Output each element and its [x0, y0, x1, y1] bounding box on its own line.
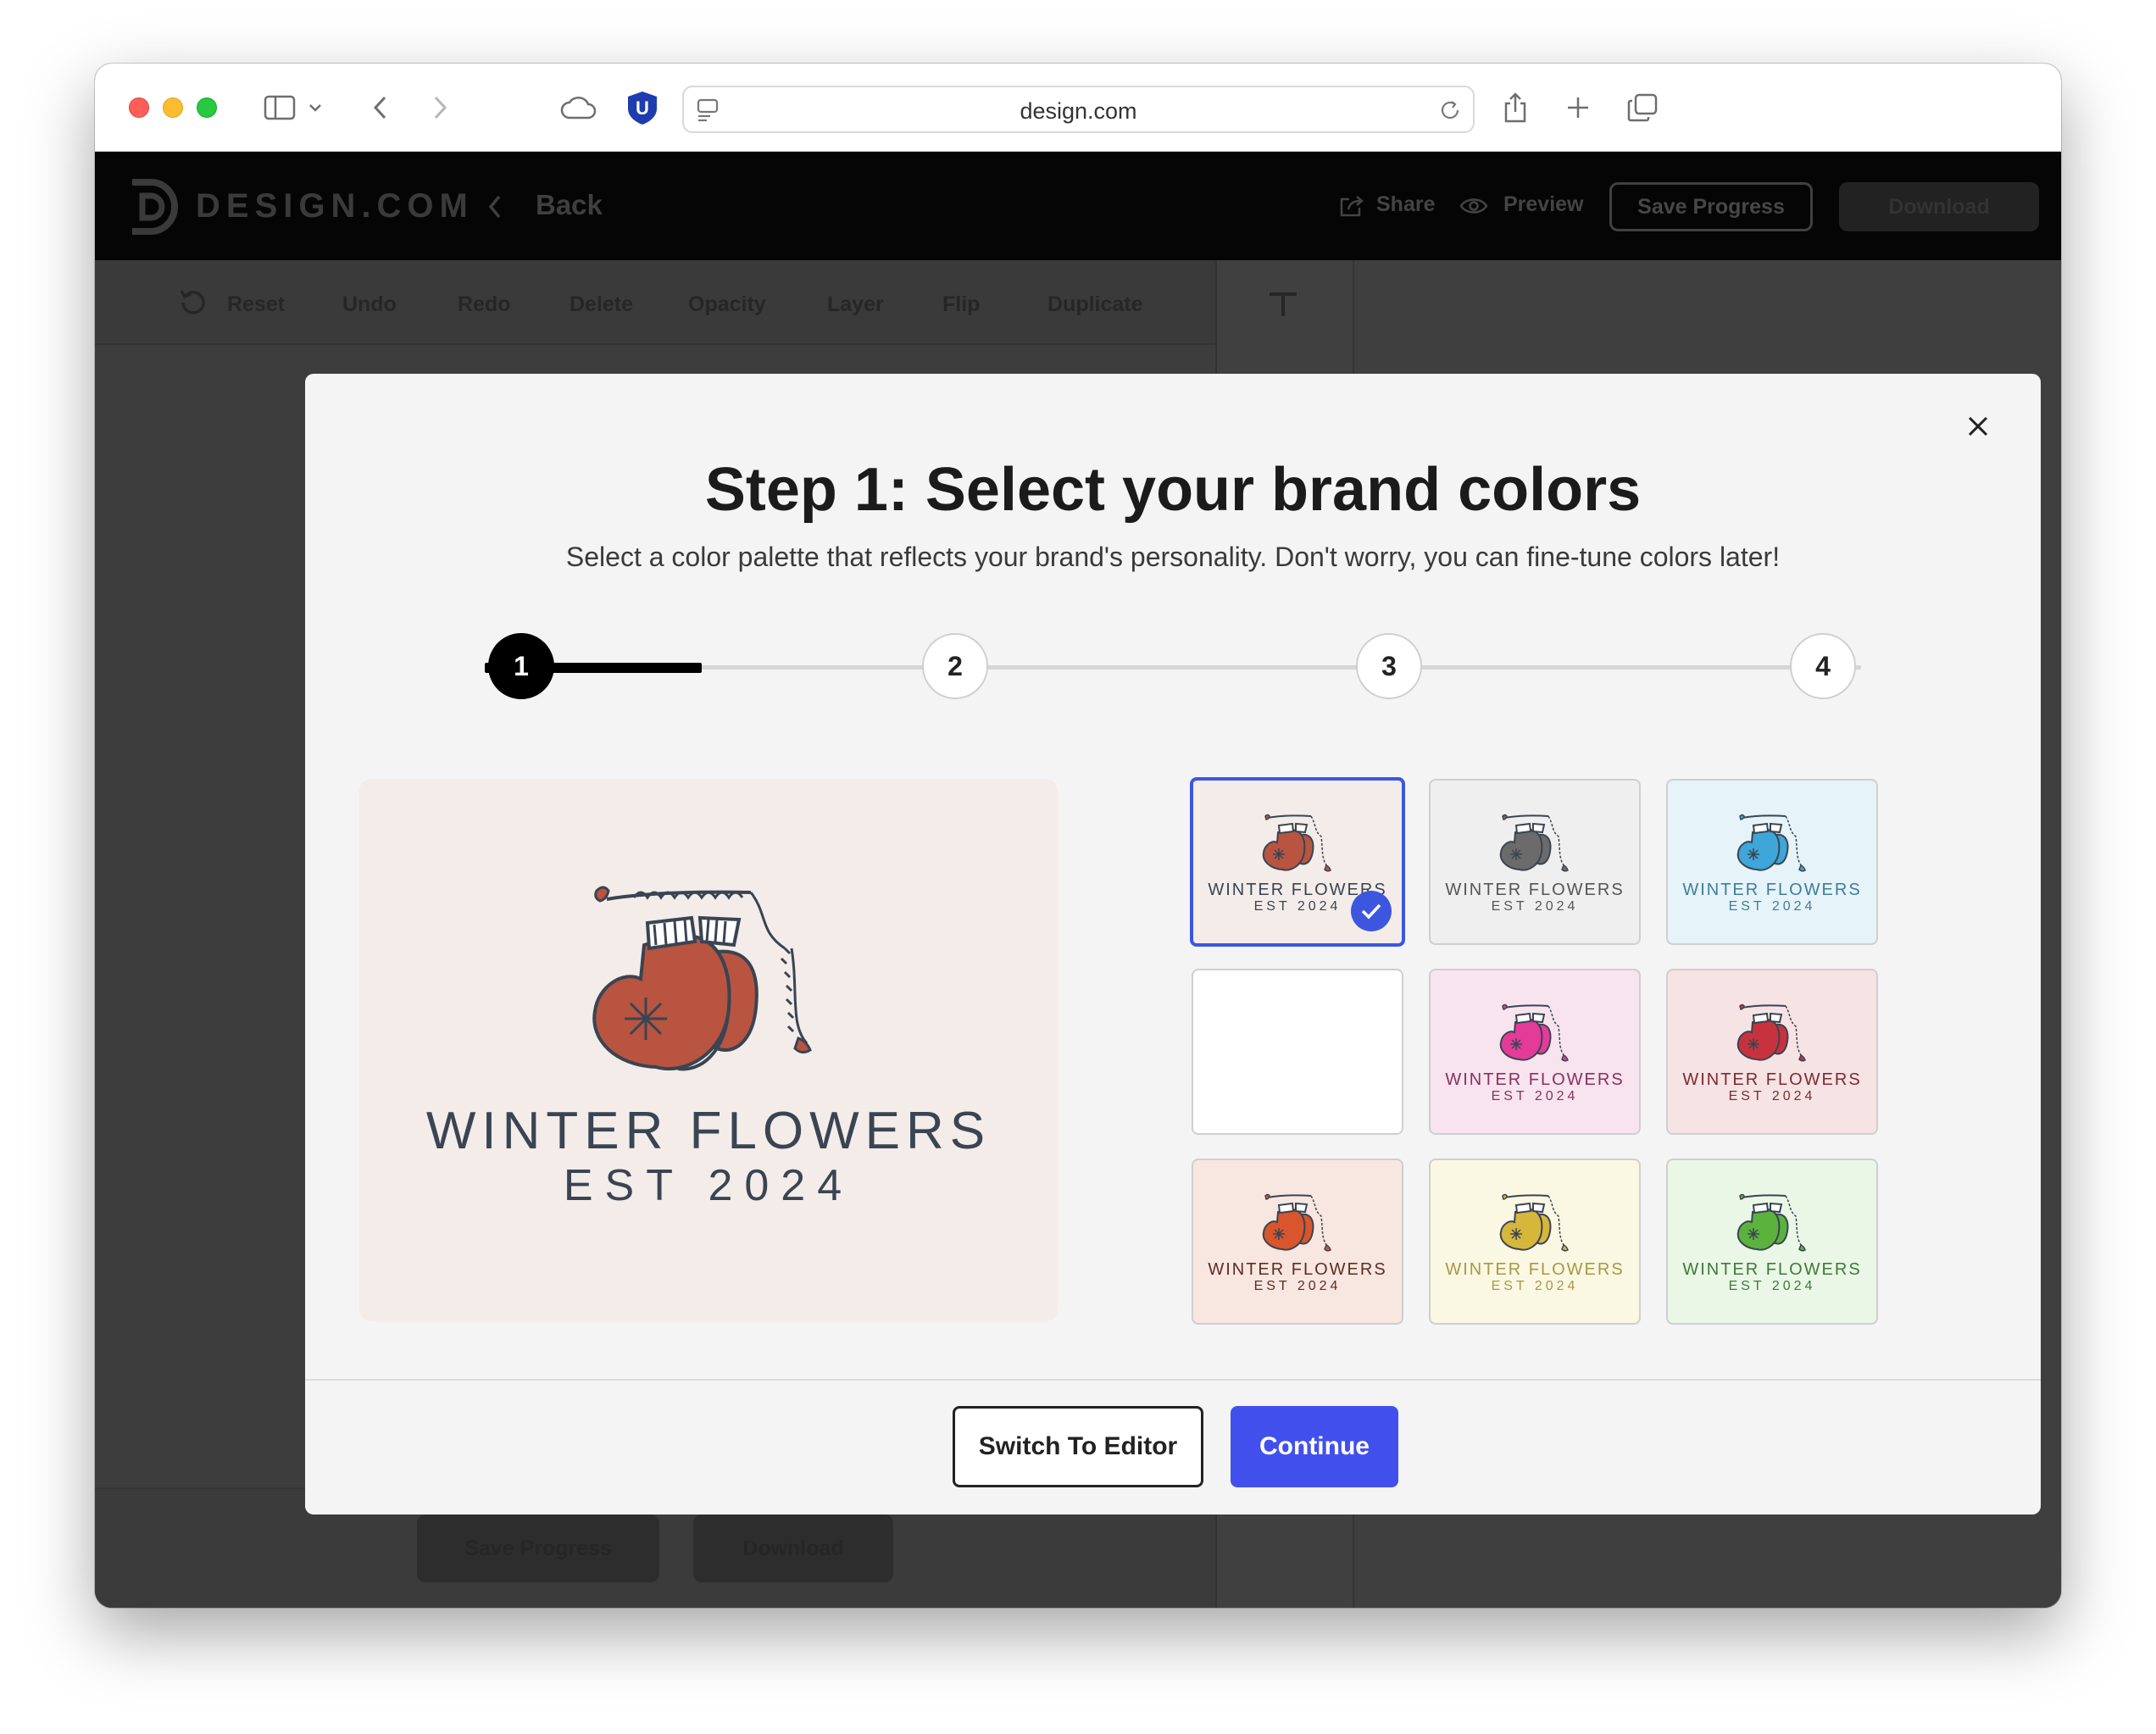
forward-nav-icon[interactable] — [425, 91, 454, 125]
switch-to-editor-button[interactable]: Switch To Editor — [953, 1406, 1203, 1487]
preview-title: WINTER FLOWERS — [425, 1102, 992, 1160]
modal-title: Step 1: Select your brand colors — [704, 456, 1642, 524]
brand-name[interactable]: DESIGN.COM — [196, 187, 474, 225]
palette-option[interactable]: WINTER FLOWERS EST 2024 — [1429, 779, 1641, 945]
close-icon[interactable] — [1961, 409, 1995, 443]
step-1: 1 — [488, 633, 554, 699]
share-icon[interactable] — [1500, 91, 1531, 125]
sidebar-toggle-icon[interactable] — [261, 91, 298, 125]
preview-subtitle: EST 2024 — [563, 1161, 854, 1210]
back-chevron-icon[interactable] — [486, 194, 503, 224]
minimize-window-button[interactable] — [163, 97, 183, 118]
palette-subtitle: EST 2024 — [1728, 899, 1816, 914]
reset-tool[interactable]: Reset — [227, 292, 285, 317]
browser-toolbar: U design.com — [95, 64, 2061, 152]
continue-button[interactable]: Continue — [1231, 1406, 1398, 1487]
reload-icon[interactable] — [1437, 97, 1463, 127]
footer-divider — [305, 1379, 2041, 1381]
svg-text:U: U — [636, 97, 649, 119]
palette-subtitle: EST 2024 — [1253, 1279, 1342, 1293]
modal-subtitle: Select a color palette that reflects you… — [565, 542, 1781, 572]
palette-subtitle: EST 2024 — [1491, 1279, 1579, 1293]
palette-option[interactable]: WINTER FLOWERS EST 2024 — [1190, 777, 1405, 947]
mittens-illustration — [592, 886, 812, 1071]
new-tab-icon[interactable] — [1563, 91, 1593, 125]
brand-logo-icon[interactable] — [125, 177, 180, 241]
brand-colors-modal: Step 1: Select your brand colors Select … — [305, 374, 2041, 1514]
opacity-tool[interactable]: Opacity — [688, 292, 766, 317]
url-text: design.com — [1020, 98, 1137, 124]
back-nav-icon[interactable] — [366, 91, 395, 125]
share-export-icon[interactable] — [1339, 194, 1364, 222]
palette-title: WINTER FLOWERS — [1682, 1070, 1862, 1089]
close-window-button[interactable] — [129, 97, 149, 118]
palette-option[interactable]: WINTER FLOWERS EST 2024 — [1666, 969, 1878, 1135]
browser-window: U design.com DESIGN.COM Back Share Previ… — [95, 64, 2061, 1608]
logo-preview: WINTER FLOWERS EST 2024 — [359, 779, 1058, 1321]
mitten-mark — [1499, 1193, 1569, 1252]
palette-title: WINTER FLOWERS — [1682, 1260, 1862, 1279]
chevron-down-icon[interactable] — [305, 91, 325, 125]
mitten-mark — [1262, 1193, 1331, 1252]
app-header: DESIGN.COM Back Share Preview Save Progr… — [95, 152, 2061, 260]
palette-option[interactable] — [1192, 969, 1403, 1135]
delete-tool[interactable]: Delete — [570, 292, 633, 317]
mitten-mark — [1736, 1003, 1806, 1062]
bottom-download-button[interactable]: Download — [693, 1514, 893, 1582]
palette-subtitle: EST 2024 — [1728, 1089, 1816, 1103]
tab-overview-icon[interactable] — [1625, 91, 1659, 125]
step-2: 2 — [922, 633, 988, 699]
palette-subtitle: EST 2024 — [1491, 899, 1579, 914]
bottom-save-progress-button[interactable]: Save Progress — [417, 1514, 659, 1582]
palette-subtitle: EST 2024 — [1728, 1279, 1816, 1293]
text-tool-icon[interactable] — [1268, 291, 1298, 320]
mitten-mark — [1262, 814, 1331, 872]
share-button[interactable]: Share — [1376, 192, 1435, 217]
preview-button[interactable]: Preview — [1503, 192, 1584, 217]
mitten-mark — [1499, 814, 1569, 872]
palette-title: WINTER FLOWERS — [1445, 1070, 1625, 1089]
duplicate-tool[interactable]: Duplicate — [1047, 292, 1143, 317]
palette-title: WINTER FLOWERS — [1445, 1260, 1625, 1279]
back-button[interactable]: Back — [536, 189, 603, 221]
address-bar[interactable]: design.com — [682, 86, 1475, 133]
header-save-progress-button[interactable]: Save Progress — [1609, 182, 1813, 231]
flip-tool[interactable]: Flip — [942, 292, 980, 317]
palette-option[interactable]: WINTER FLOWERS EST 2024 — [1429, 1159, 1641, 1325]
icloud-icon[interactable] — [558, 91, 600, 125]
zoom-window-button[interactable] — [197, 97, 217, 118]
palette-option[interactable]: WINTER FLOWERS EST 2024 — [1429, 969, 1641, 1135]
reset-icon[interactable] — [176, 286, 210, 324]
layer-tool[interactable]: Layer — [827, 292, 884, 317]
palette-option[interactable]: WINTER FLOWERS EST 2024 — [1666, 779, 1878, 945]
eye-icon[interactable] — [1459, 196, 1488, 220]
step-progress: 1 2 3 4 — [305, 631, 2041, 703]
palette-title: WINTER FLOWERS — [1682, 881, 1862, 899]
undo-tool[interactable]: Undo — [342, 292, 397, 317]
editor-toolbar: Reset Undo Redo Delete Opacity Layer Fli… — [95, 260, 1215, 345]
selected-check-icon — [1351, 891, 1392, 931]
mitten-mark — [1499, 1003, 1569, 1062]
step-3: 3 — [1356, 633, 1422, 699]
extension-shield-icon[interactable]: U — [625, 91, 659, 125]
palette-subtitle: EST 2024 — [1491, 1089, 1579, 1103]
palette-title: WINTER FLOWERS — [1445, 881, 1625, 899]
palette-option[interactable]: WINTER FLOWERS EST 2024 — [1192, 1159, 1403, 1325]
mitten-mark — [1736, 1193, 1806, 1252]
redo-tool[interactable]: Redo — [458, 292, 511, 317]
palette-option[interactable]: WINTER FLOWERS EST 2024 — [1666, 1159, 1878, 1325]
mitten-mark — [1736, 814, 1806, 872]
palette-title: WINTER FLOWERS — [1208, 1260, 1387, 1279]
step-4: 4 — [1790, 633, 1856, 699]
header-download-button[interactable]: Download — [1839, 182, 2039, 231]
